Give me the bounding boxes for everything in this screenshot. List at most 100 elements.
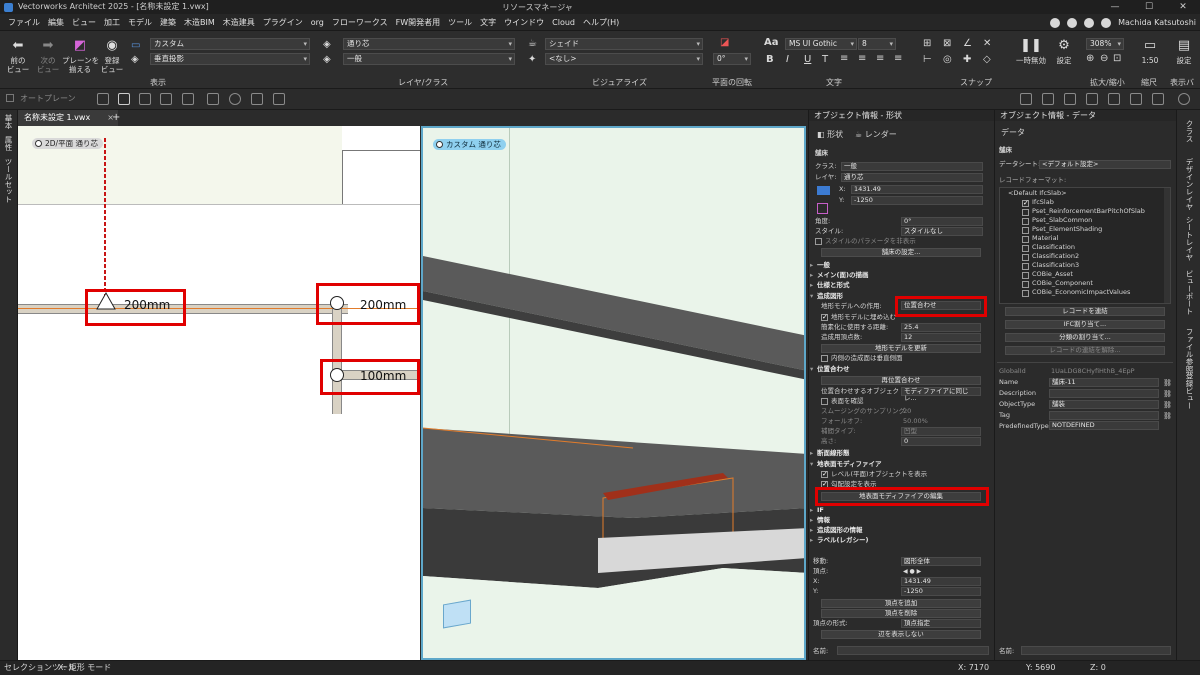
attributes-palette-tab[interactable]: 属性 [3,136,14,151]
strikethrough-icon[interactable]: T [822,54,828,65]
link-icon[interactable]: ⛓ [1163,390,1172,398]
plan-viewport[interactable]: 2D/平面 通り芯 200mm 200mm 100mm [18,126,420,660]
interpolation-select[interactable]: 凹型 [901,427,981,436]
section-general[interactable]: 一般 [810,261,830,270]
cube-view-icon[interactable] [1064,93,1076,105]
visibility-icon[interactable] [1178,93,1190,105]
vertex-x-field[interactable]: 1431.49 [901,577,981,586]
snap-point-icon[interactable]: ✚ [963,54,971,65]
angle-field[interactable]: 0° [901,217,983,226]
record-checkbox[interactable] [1022,227,1029,234]
align-plane-button[interactable]: ◩ プレーンを 揃える [62,37,99,75]
plan-view-label[interactable]: 2D/平面 通り芯 [32,138,103,149]
snap-object-icon[interactable]: ⊠ [943,38,951,49]
record-list[interactable]: <Default IfcSlab> IfcSlab Pset_Reinforce… [999,187,1171,304]
snap-angle-icon[interactable]: ∠ [963,38,972,49]
section-main-draw[interactable]: メイン(面)の描画 [810,271,869,280]
document-tab[interactable]: 名称未設定 1.vwx × [18,110,118,126]
align-right-icon[interactable]: ≡ [876,53,884,64]
tab-data[interactable]: データ [1001,128,1025,137]
lasso-icon[interactable] [229,93,241,105]
record-item[interactable]: IfcSlab [1032,198,1054,207]
close-icon[interactable]: ✕ [1166,0,1200,14]
record-checkbox[interactable] [1022,218,1029,225]
new-tab-button[interactable]: + [112,110,120,126]
home-icon[interactable] [1050,17,1061,28]
ifc-name-field[interactable]: 舗床-11 [1049,378,1159,387]
flag-icon[interactable] [251,93,263,105]
snap-tangent-icon[interactable]: ◎ [943,54,952,65]
record-item[interactable]: Pset_ReinforcementBarPitchOfSlab [1032,207,1145,216]
menu-window[interactable]: ウインドウ [500,14,548,30]
class-select[interactable]: 一般 [343,53,515,65]
render-mode-select[interactable]: シェイド [545,38,703,50]
update-model-button[interactable]: 地形モデルを更新 [821,344,981,353]
pave-settings-button[interactable]: 舗床の設定... [821,248,981,257]
record-item[interactable]: Pset_ElementShading [1032,225,1102,234]
section-spec[interactable]: 仕様と形式 [810,281,849,290]
menu-modify[interactable]: 加工 [100,14,124,30]
zoom-fit-icon[interactable]: ⊡ [1113,53,1121,64]
snap-intersection-icon[interactable]: ✕ [983,38,991,49]
save-view-icon[interactable] [273,93,285,105]
gear-icon[interactable] [1084,17,1095,28]
snap-working-plane-icon[interactable]: ◇ [983,54,991,65]
pause-snap-button[interactable]: ❚❚ 一時無効 [1014,37,1048,66]
record-checkbox[interactable] [1022,236,1029,243]
record-checkbox[interactable] [1022,245,1029,252]
record-checkbox[interactable] [1022,263,1029,270]
font-select[interactable]: MS UI Gothic [785,38,857,50]
name-field[interactable] [837,646,989,655]
underline-icon[interactable]: U [804,54,811,65]
section-section-line[interactable]: 断面線形態 [810,449,849,458]
section-if[interactable]: IF [810,506,824,515]
help-icon[interactable] [1067,17,1078,28]
record-item[interactable]: Material [1032,234,1058,243]
menu-file[interactable]: ファイル [4,14,44,30]
menu-fw-dev[interactable]: FW開発者用 [392,14,445,30]
height-field[interactable]: 0 [901,437,981,446]
layers-view-icon[interactable] [1152,93,1164,105]
unlink-record-button[interactable]: レコードの連結を解除... [1005,346,1165,355]
toolsets-palette-tab[interactable]: ツールセット [3,158,14,203]
record-list-scrollbar[interactable] [1164,188,1170,303]
record-checkbox[interactable] [1022,281,1029,288]
menu-model[interactable]: モデル [124,14,156,30]
font-size-select[interactable]: 8 [858,38,896,50]
bold-icon[interactable]: B [766,54,774,65]
data-name-field[interactable] [1021,646,1171,655]
record-item[interactable]: COBie_Asset [1032,270,1073,279]
link-icon[interactable]: ⛓ [1163,412,1172,420]
position-icon[interactable] [817,186,830,195]
link-icon[interactable]: ⛓ [1163,401,1172,409]
record-item[interactable]: COBie_EconomicImpactValues [1032,288,1130,297]
file-reference-palette-tab[interactable]: ファイル参照 [1184,328,1195,373]
record-item[interactable]: Classification2 [1032,252,1079,261]
rotate-view-icon[interactable] [139,93,151,105]
menu-plugin[interactable]: プラグイン [259,14,307,30]
lighting-view-icon[interactable] [1108,93,1120,105]
zoom-select[interactable]: 308% [1086,38,1124,50]
y-field[interactable]: -1250 [851,196,983,205]
menu-wood-bim[interactable]: 木造BIM [180,14,219,30]
add-vertex-button[interactable]: 頂点を追加 [821,599,981,608]
display-settings-button[interactable]: ▤ 設定 [1170,37,1198,66]
menu-tools[interactable]: ツール [444,14,476,30]
register-view-button[interactable]: ◉ 登録 ビュー [98,37,126,75]
surface-distance-field[interactable]: 25.4 [901,323,981,332]
front-view-icon[interactable] [1042,93,1054,105]
rectangle-select-icon[interactable] [207,93,219,105]
section-grade-info[interactable]: 造成図形の情報 [810,526,862,535]
tilt-icon[interactable] [182,93,194,105]
set-surface-checkbox[interactable] [821,398,828,405]
justify-icon[interactable]: ≡ [894,53,902,64]
menu-flowworks[interactable]: フローワークス [328,14,392,30]
menu-org[interactable]: org [307,14,328,30]
align-object-select[interactable]: モディファイアに同じレ... [901,387,981,402]
ifc-description-field[interactable] [1049,389,1159,398]
section-legacy-label[interactable]: ラベル(レガシー) [810,536,869,545]
vertex-y-field[interactable]: -1250 [901,587,981,596]
move-select[interactable]: 図形全体 [901,557,981,566]
ifc-predefined-select[interactable]: NOTDEFINED [1049,421,1159,430]
menu-wood-fixtures[interactable]: 木造建具 [219,14,259,30]
